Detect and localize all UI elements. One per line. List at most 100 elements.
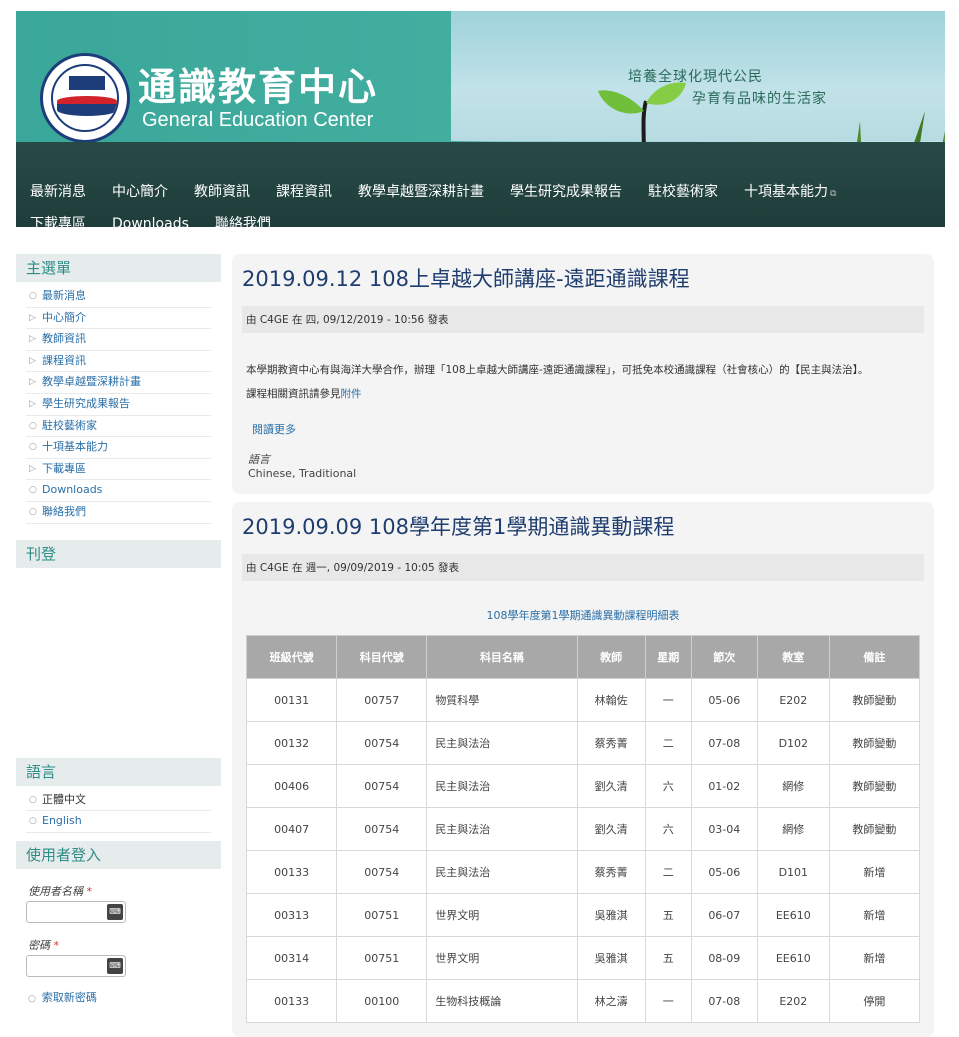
table-cell: 六 bbox=[644, 764, 692, 808]
publish-block: 刊登 bbox=[16, 539, 221, 758]
sidebar-menu-label[interactable]: 十項基本能力 bbox=[42, 440, 108, 453]
sidebar-menu-label[interactable]: 中心簡介 bbox=[42, 311, 86, 324]
sidebar-menu-label[interactable]: 下載專區 bbox=[42, 462, 86, 475]
sidebar-menu-item[interactable]: ○ 聯絡我們 bbox=[26, 502, 211, 524]
circle-bullet-icon: ○ bbox=[29, 794, 37, 805]
table-cell: 07-08 bbox=[690, 721, 758, 765]
password-label-text: 密碼 bbox=[28, 938, 50, 952]
table-cell: 民主與法治 bbox=[426, 721, 578, 765]
sidebar-menu-item[interactable]: ▷ 下載專區 bbox=[26, 459, 211, 481]
password-manager-icon[interactable]: ⌨ bbox=[107, 903, 123, 920]
password-input[interactable]: ⌨ bbox=[26, 954, 126, 977]
table-cell: EE610 bbox=[756, 936, 830, 980]
nav-item[interactable]: 教學卓越暨深耕計畫 bbox=[358, 177, 484, 207]
table-cell: D102 bbox=[756, 721, 830, 765]
sidebar-menu-label[interactable]: Downloads bbox=[42, 483, 102, 496]
table-cell: 07-08 bbox=[690, 979, 758, 1023]
table-cell: 03-04 bbox=[690, 807, 758, 851]
table-cell: 00314 bbox=[245, 936, 338, 980]
table-caption: 108學年度第1學期通識異動課程明細表 bbox=[486, 609, 680, 622]
table-cell: EE610 bbox=[756, 893, 830, 937]
password-manager-icon[interactable]: ⌨ bbox=[107, 957, 123, 974]
post: 2019.09.09 108學年度第1學期通識異動課程 由 C4GE 在 週一,… bbox=[232, 502, 934, 1037]
main-navigation: 最新消息 中心簡介 教師資訊 課程資訊 教學卓越暨深耕計畫 學生研究成果報告 駐校藝術家 十項… bbox=[16, 142, 945, 227]
nav-item[interactable]: 最新消息 bbox=[30, 177, 86, 207]
sidebar-menu-item[interactable]: ▷ 教師資訊 bbox=[26, 329, 211, 351]
sidebar-menu-item[interactable]: ○ 十項基本能力 bbox=[26, 437, 211, 459]
table-cell: E202 bbox=[756, 678, 830, 722]
table-cell: 林翰佐 bbox=[576, 678, 646, 722]
language-option[interactable]: ○ English bbox=[26, 811, 211, 833]
language-option[interactable]: ○ 正體中文 bbox=[26, 790, 211, 812]
sidebar-menu-item[interactable]: ▷ 學生研究成果報告 bbox=[26, 394, 211, 416]
language-field-value: Chinese, Traditional bbox=[248, 467, 357, 480]
university-logo[interactable] bbox=[40, 53, 130, 143]
username-input[interactable]: ⌨ bbox=[26, 900, 126, 923]
publish-title: 刊登 bbox=[16, 539, 221, 568]
circle-bullet-icon: ○ bbox=[29, 485, 37, 496]
nav-item[interactable]: 十項基本能力 bbox=[744, 177, 836, 209]
table-cell: 08-09 bbox=[690, 936, 758, 980]
sidebar-menu-label[interactable]: 課程資訊 bbox=[42, 354, 86, 367]
table-cell: 蔡秀菁 bbox=[576, 721, 646, 765]
nav-item[interactable]: 中心簡介 bbox=[112, 177, 168, 207]
table-cell: 00100 bbox=[336, 979, 428, 1023]
table-header-cell: 節次 bbox=[690, 635, 758, 679]
sidebar-menu-item[interactable]: ○ Downloads bbox=[26, 480, 211, 502]
table-row: 00133 00754 民主與法治 蔡秀菁二 05-06 D101 新增 bbox=[245, 850, 921, 894]
expand-arrow-icon: ▷ bbox=[29, 463, 36, 474]
post-title[interactable]: 2019.09.09 108學年度第1學期通識異動課程 bbox=[242, 512, 924, 542]
sidebar-menu-item[interactable]: ▷ 教學卓越暨深耕計畫 bbox=[26, 372, 211, 394]
table-cell: 00313 bbox=[245, 893, 338, 937]
table-cell: 六 bbox=[644, 807, 692, 851]
forgot-password-text[interactable]: 索取新密碼 bbox=[42, 991, 97, 1004]
language-option-label[interactable]: English bbox=[42, 814, 82, 827]
login-block: 使用者登入 使用者名稱 * ⌨ 密碼 * ⌨ ○ 索取新密碼 bbox=[16, 840, 221, 1005]
sidebar-menu-label[interactable]: 駐校藝術家 bbox=[42, 419, 97, 432]
sidebar-menu-label[interactable]: 最新消息 bbox=[42, 289, 86, 302]
table-cell: 教師變動 bbox=[828, 678, 921, 722]
expand-arrow-icon: ▷ bbox=[29, 355, 36, 366]
nav-item[interactable]: 學生研究成果報告 bbox=[510, 177, 622, 207]
sidebar-menu-item[interactable]: ▷ 中心簡介 bbox=[26, 308, 211, 330]
nav-item[interactable]: 聯絡我們 bbox=[215, 209, 271, 227]
table-cell: 新增 bbox=[828, 936, 921, 980]
sidebar-menu-label[interactable]: 教學卓越暨深耕計畫 bbox=[42, 375, 141, 388]
table-cell: 05-06 bbox=[690, 850, 758, 894]
language-option-label[interactable]: 正體中文 bbox=[42, 793, 86, 806]
nav-item[interactable]: 教師資訊 bbox=[194, 177, 250, 207]
table-cell: 06-07 bbox=[690, 893, 758, 937]
read-more-link[interactable]: 閱讀更多 bbox=[252, 421, 924, 437]
expand-arrow-icon: ▷ bbox=[29, 312, 36, 323]
table-cell: 世界文明 bbox=[426, 893, 578, 937]
post-title[interactable]: 2019.09.12 108上卓越大師講座-遠距通識課程 bbox=[242, 264, 924, 294]
sidebar-menu-item[interactable]: ▷ 課程資訊 bbox=[26, 351, 211, 373]
circle-bullet-icon: ○ bbox=[28, 993, 36, 1004]
sidebar-menu-label[interactable]: 教師資訊 bbox=[42, 332, 86, 345]
site-title[interactable]: 通識教育中心 bbox=[138, 56, 378, 111]
sidebar-menu-label[interactable]: 學生研究成果報告 bbox=[42, 397, 130, 410]
table-header-cell: 備註 bbox=[828, 635, 921, 679]
table-cell: D101 bbox=[756, 850, 830, 894]
sidebar-menu-item[interactable]: ○ 駐校藝術家 bbox=[26, 416, 211, 438]
table-header-cell: 班級代號 bbox=[245, 635, 338, 679]
language-title: 語言 bbox=[16, 757, 221, 786]
course-change-table: 班級代號 科目代號 科目名稱 教師 星期 節次 教室 備註 00131 00757 物質科學 林翰佐… bbox=[245, 635, 921, 1023]
required-mark: * bbox=[86, 884, 93, 898]
table-header-cell: 星期 bbox=[644, 635, 692, 679]
nav-item[interactable]: 下載專區 bbox=[30, 209, 86, 227]
attachment-link[interactable]: 附件 bbox=[341, 388, 362, 400]
sidebar-menu-label[interactable]: 聯絡我們 bbox=[42, 505, 86, 518]
post-paragraph: 本學期教資中心有與海洋大學合作，辦理「108上卓越大師講座-遠距通識課程」，可抵… bbox=[246, 364, 869, 376]
sidebar-menu-item[interactable]: ○ 最新消息 bbox=[26, 286, 211, 308]
table-cell: 教師變動 bbox=[828, 721, 921, 765]
nav-item[interactable]: Downloads bbox=[112, 209, 189, 227]
forgot-password-link[interactable]: ○ 索取新密碼 bbox=[28, 989, 221, 1005]
post-submitted: 由 C4GE 在 週一, 09/09/2019 - 10:05 發表 bbox=[242, 554, 924, 581]
table-cell: 一 bbox=[644, 979, 692, 1023]
circle-bullet-icon: ○ bbox=[29, 291, 37, 301]
table-cell: 生物科技概論 bbox=[426, 979, 578, 1023]
main-menu-title: 主選單 bbox=[16, 254, 221, 282]
nav-item[interactable]: 課程資訊 bbox=[276, 177, 332, 207]
nav-item[interactable]: 駐校藝術家 bbox=[648, 177, 718, 207]
